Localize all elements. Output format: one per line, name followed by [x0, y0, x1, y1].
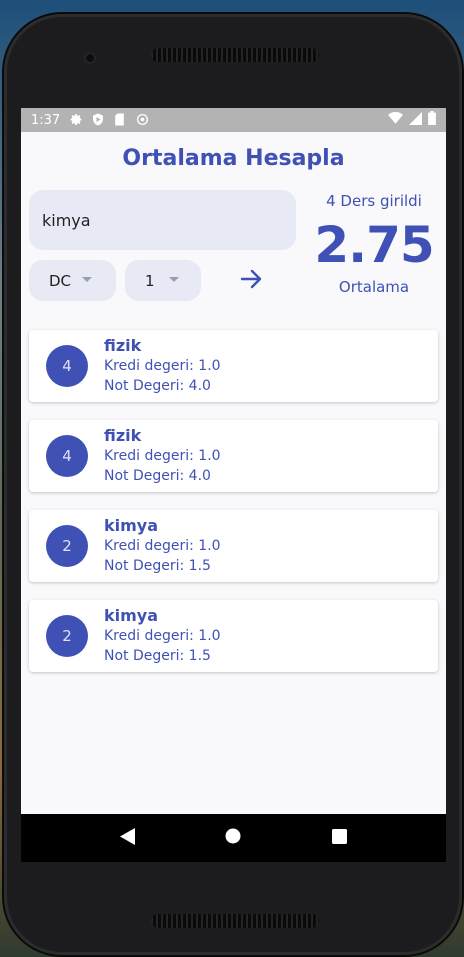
arrow-right-icon	[240, 268, 264, 294]
letter-grade-value: DC	[49, 271, 72, 290]
credit-text: Kredi degeri: 1.0	[104, 358, 221, 374]
add-course-button[interactable]	[235, 264, 269, 298]
status-time: 1:37	[31, 112, 61, 128]
grade-text: Not Degeri: 1.5	[104, 558, 211, 574]
average-summary: 4 Ders girildi 2.75 Ortalama	[309, 188, 439, 296]
status-bar: 1:37	[21, 108, 446, 132]
grade-avatar: 4	[46, 435, 88, 477]
sd-card-icon	[114, 113, 128, 127]
credit-text: Kredi degeri: 1.0	[104, 538, 221, 554]
front-camera	[84, 52, 96, 64]
grade-avatar: 2	[46, 525, 88, 567]
credit-value: 1	[145, 271, 155, 290]
course-name: fizik	[104, 336, 142, 355]
course-entry-area: DC 1 4 Ders girildi 2.75 Ortalama	[21, 176, 446, 316]
course-name: fizik	[104, 426, 142, 445]
course-name: kimya	[104, 606, 159, 625]
grade-avatar: 2	[46, 615, 88, 657]
course-name: kimya	[104, 516, 159, 535]
settings-icon	[70, 113, 84, 127]
recents-icon	[331, 828, 347, 848]
list-item[interactable]: 4 fizik Kredi degeri: 1.0 Not Degeri: 4.…	[29, 330, 438, 402]
earpiece-speaker	[151, 48, 319, 62]
home-button[interactable]	[218, 823, 248, 853]
list-item[interactable]: 4 fizik Kredi degeri: 1.0 Not Degeri: 4.…	[29, 420, 438, 492]
back-button[interactable]	[113, 823, 143, 853]
course-name-input[interactable]	[29, 190, 296, 250]
page-title: Ortalama Hesapla	[122, 146, 345, 171]
course-count-text: 4 Ders girildi	[326, 192, 422, 210]
chevron-down-icon	[169, 277, 179, 282]
grade-text: Not Degeri: 4.0	[104, 378, 211, 394]
credit-text: Kredi degeri: 1.0	[104, 628, 221, 644]
app-screen: 1:37 Ortalama Hesapla DC	[21, 108, 446, 862]
average-value: 2.75	[314, 216, 434, 274]
home-icon	[225, 828, 241, 848]
grade-avatar: 4	[46, 345, 88, 387]
list-item[interactable]: 2 kimya Kredi degeri: 1.0 Not Degeri: 1.…	[29, 600, 438, 672]
wifi-icon	[388, 112, 403, 128]
chevron-down-icon	[82, 277, 92, 282]
bottom-speaker	[151, 914, 319, 928]
back-icon	[119, 827, 136, 849]
average-label: Ortalama	[338, 278, 410, 296]
grade-text: Not Degeri: 4.0	[104, 468, 211, 484]
navigation-bar	[21, 814, 446, 862]
course-list: 4 fizik Kredi degeri: 1.0 Not Degeri: 4.…	[29, 330, 438, 690]
credit-dropdown[interactable]: 1	[125, 260, 201, 301]
play-protect-icon	[92, 113, 106, 127]
signal-icon	[409, 111, 422, 129]
list-item[interactable]: 2 kimya Kredi degeri: 1.0 Not Degeri: 1.…	[29, 510, 438, 582]
sync-icon	[136, 113, 150, 127]
credit-text: Kredi degeri: 1.0	[104, 448, 221, 464]
grade-text: Not Degeri: 1.5	[104, 648, 211, 664]
recents-button[interactable]	[324, 823, 354, 853]
letter-grade-dropdown[interactable]: DC	[29, 260, 116, 301]
battery-icon	[428, 111, 436, 129]
